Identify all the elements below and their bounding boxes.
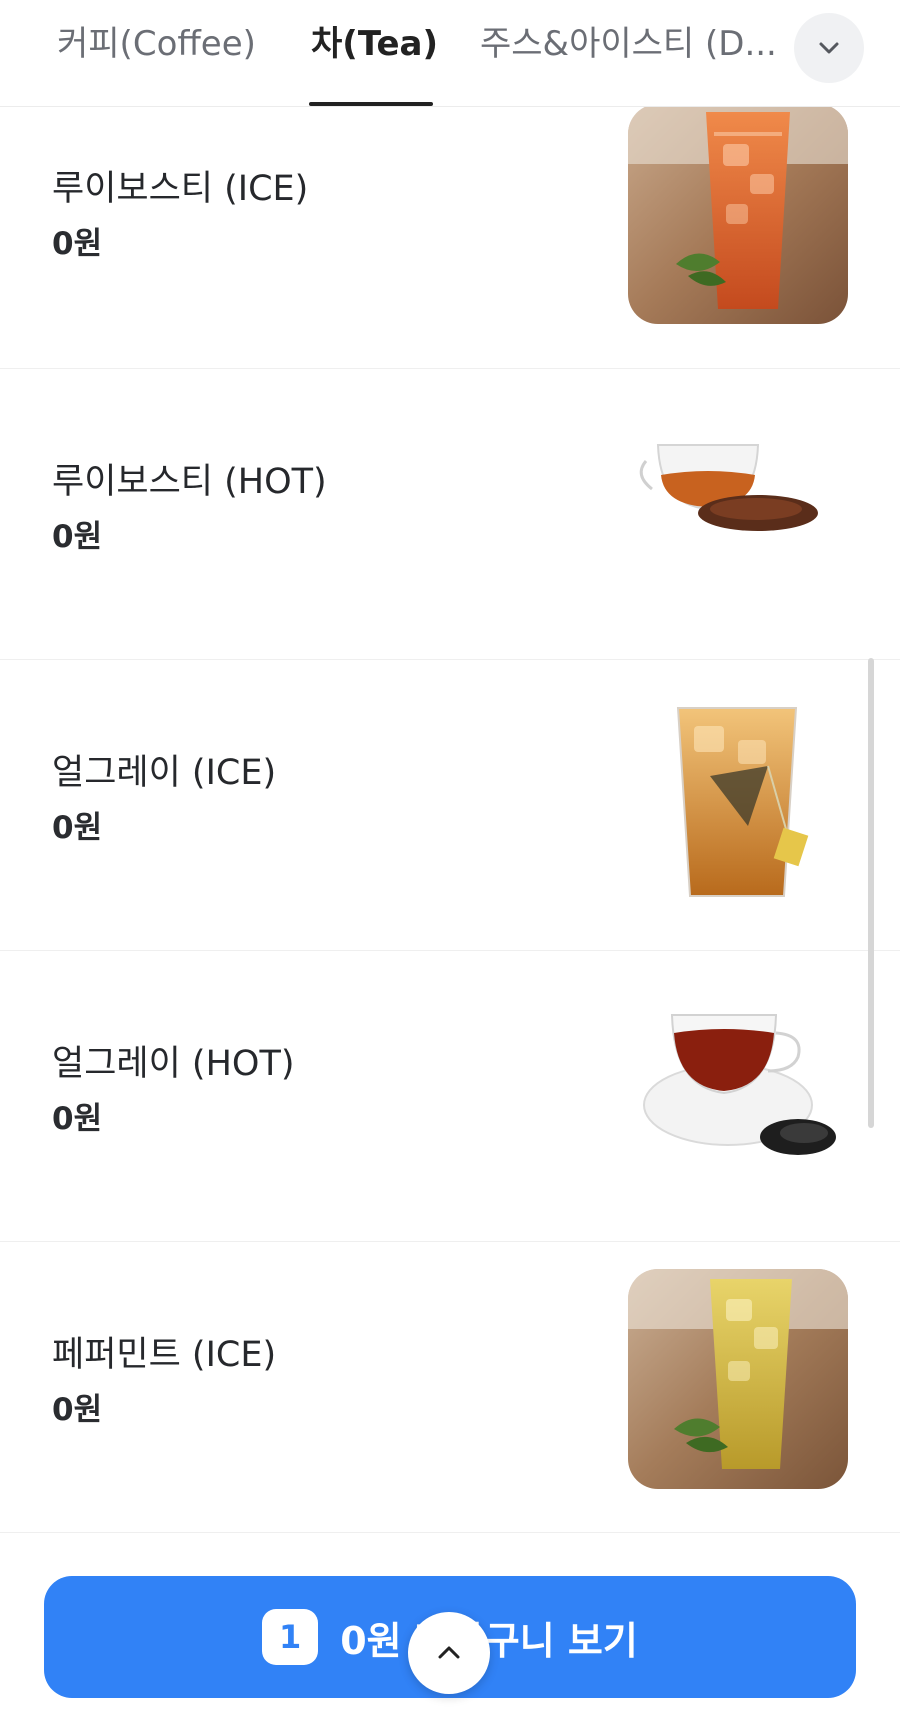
menu-item-price: 0원: [52, 519, 103, 555]
menu-item-price: 0원: [52, 1392, 103, 1428]
chevron-down-icon: [819, 42, 839, 54]
active-tab-indicator: [309, 102, 433, 106]
menu-item-name: 루이보스티 (HOT): [52, 462, 327, 502]
menu-item-name: 얼그레이 (HOT): [52, 1044, 295, 1084]
tab-coffee[interactable]: 커피(Coffee): [57, 18, 256, 70]
hot-earl-grey-image: [628, 987, 848, 1207]
iced-peppermint-image: [628, 1269, 848, 1489]
menu-item[interactable]: 얼그레이 (HOT) 0원: [0, 951, 900, 1242]
tab-juice-icedtea[interactable]: 주스&아이스티 (D...: [480, 18, 777, 70]
menu-item-name: 루이보스티 (ICE): [52, 169, 309, 209]
menu-item-name: 얼그레이 (ICE): [52, 753, 277, 793]
menu-item-price: 0원: [52, 226, 103, 262]
hot-rooibos-tea-image: [628, 405, 848, 625]
scrollbar[interactable]: [868, 658, 874, 1128]
tab-tea[interactable]: 차(Tea): [311, 18, 438, 70]
menu-item-price: 0원: [52, 1101, 103, 1137]
menu-item-name: 페퍼민트 (ICE): [52, 1335, 277, 1375]
iced-earl-grey-image: [628, 696, 848, 916]
menu-list: 루이보스티 (ICE) 0원 루이보스티 (HOT) 0원 얼그레이 (ICE)…: [0, 104, 900, 1533]
chevron-up-icon: [438, 1646, 460, 1659]
menu-item[interactable]: 루이보스티 (ICE) 0원: [0, 104, 900, 369]
menu-item[interactable]: 페퍼민트 (ICE) 0원: [0, 1242, 900, 1533]
menu-item-price: 0원: [52, 810, 103, 846]
iced-rooibos-tea-image: [628, 104, 848, 324]
menu-item[interactable]: 얼그레이 (ICE) 0원: [0, 660, 900, 951]
cart-count-badge: 1: [262, 1609, 319, 1665]
category-tab-bar: 커피(Coffee) 차(Tea) 주스&아이스티 (D...: [0, 0, 900, 107]
menu-item[interactable]: 루이보스티 (HOT) 0원: [0, 369, 900, 660]
tab-more-button[interactable]: [794, 13, 864, 83]
scroll-to-top-button[interactable]: [408, 1612, 490, 1694]
